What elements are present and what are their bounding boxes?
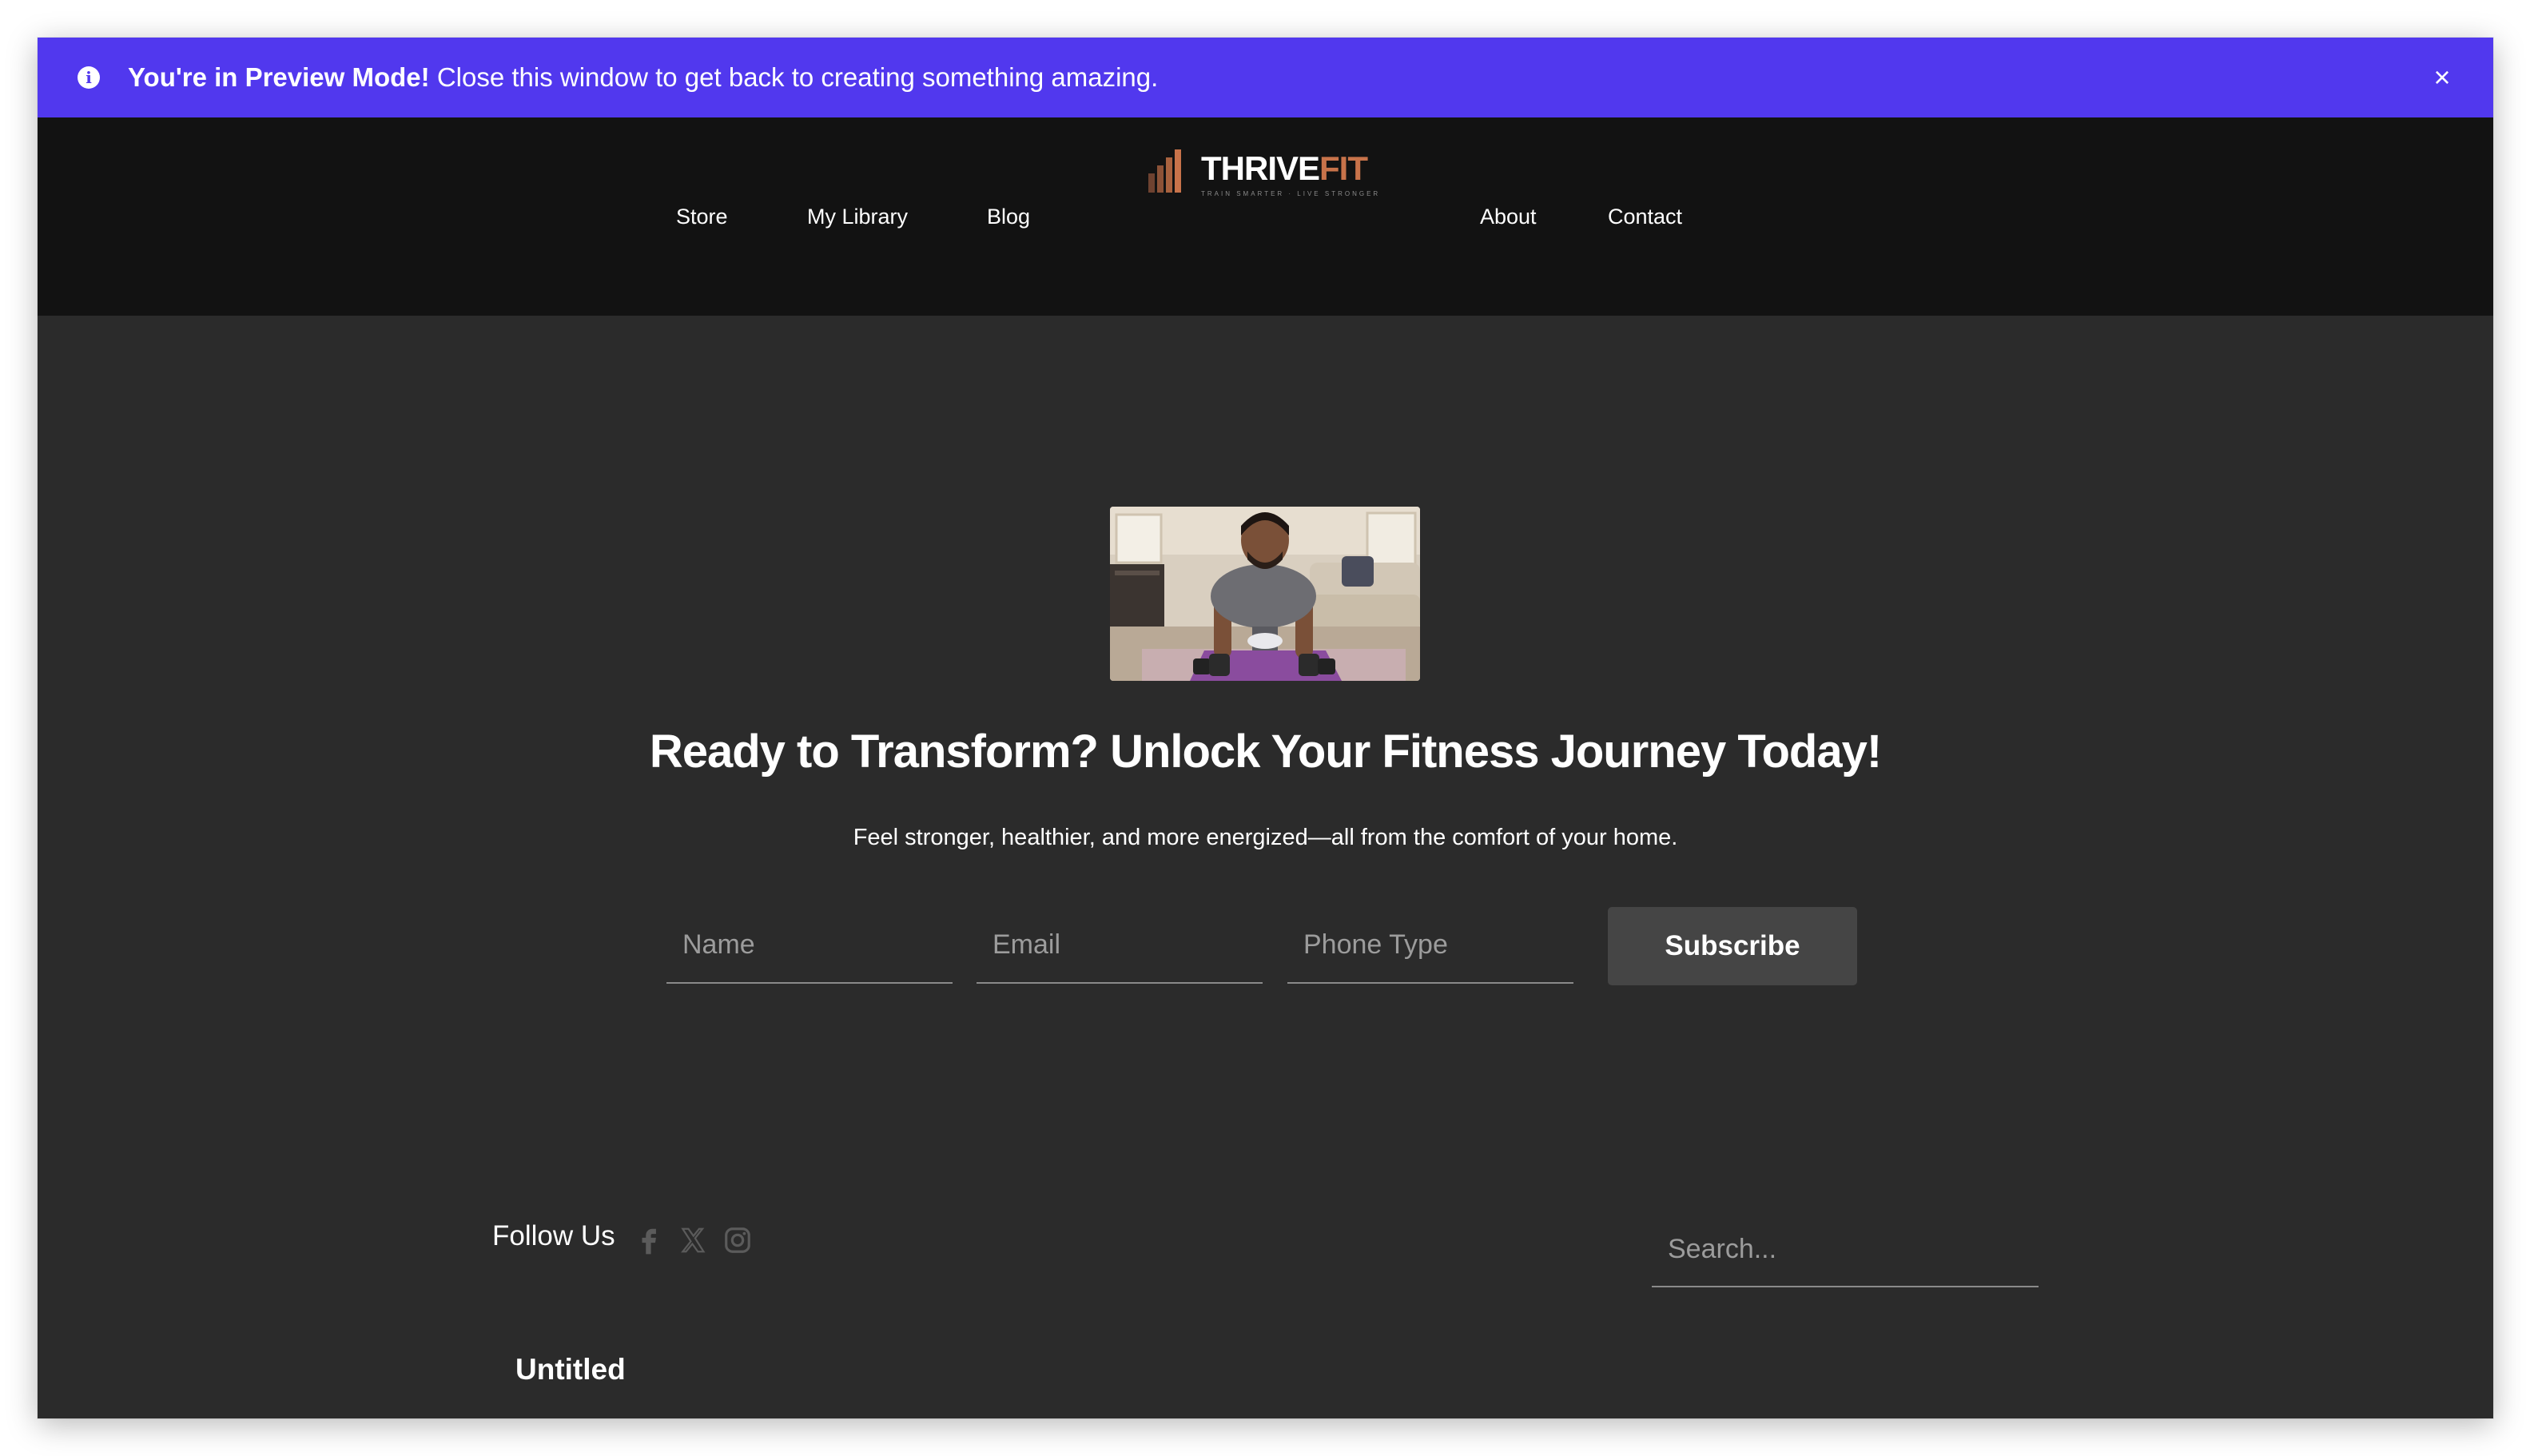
nav-store[interactable]: Store: [676, 117, 728, 316]
phone-type-field[interactable]: [1287, 907, 1573, 984]
hero-image: [1110, 507, 1420, 681]
logo-tagline: TRAIN SMARTER · LIVE STRONGER: [1201, 190, 1381, 197]
preview-window: i You're in Preview Mode! Close this win…: [38, 38, 2493, 1418]
nav-my-library[interactable]: My Library: [807, 117, 908, 316]
preview-message-text: Close this window to get back to creatin…: [429, 62, 1159, 92]
hero-title: Ready to Transform? Unlock Your Fitness …: [649, 726, 1882, 778]
close-icon[interactable]: ×: [2426, 62, 2458, 93]
facebook-icon[interactable]: [634, 1225, 665, 1255]
subscribe-button[interactable]: Subscribe: [1608, 907, 1857, 985]
preview-message: You're in Preview Mode! Close this windo…: [128, 38, 1158, 117]
preview-message-bold: You're in Preview Mode!: [128, 62, 430, 92]
nav-blog[interactable]: Blog: [987, 117, 1030, 316]
untitled-heading: Untitled: [515, 1353, 626, 1386]
nav-contact[interactable]: Contact: [1608, 117, 1682, 316]
email-field[interactable]: [977, 907, 1263, 984]
logo-wordmark: THRIVEFIT: [1201, 149, 1368, 188]
name-field[interactable]: [666, 907, 953, 984]
logo-bars-icon: [1148, 148, 1185, 193]
instagram-icon[interactable]: [722, 1225, 753, 1255]
preview-banner: i You're in Preview Mode! Close this win…: [38, 38, 2493, 117]
brand-logo[interactable]: THRIVEFIT TRAIN SMARTER · LIVE STRONGER: [1148, 148, 1378, 204]
info-icon: i: [78, 66, 100, 89]
x-icon[interactable]: [678, 1225, 708, 1255]
logo-word-thrive: THRIVE: [1201, 149, 1320, 187]
follow-us-label: Follow Us: [492, 1220, 615, 1251]
search-input[interactable]: [1652, 1212, 2039, 1287]
logo-word-fit: FIT: [1319, 149, 1368, 187]
nav-about[interactable]: About: [1480, 117, 1537, 316]
hero-subtitle: Feel stronger, healthier, and more energ…: [853, 825, 1678, 850]
